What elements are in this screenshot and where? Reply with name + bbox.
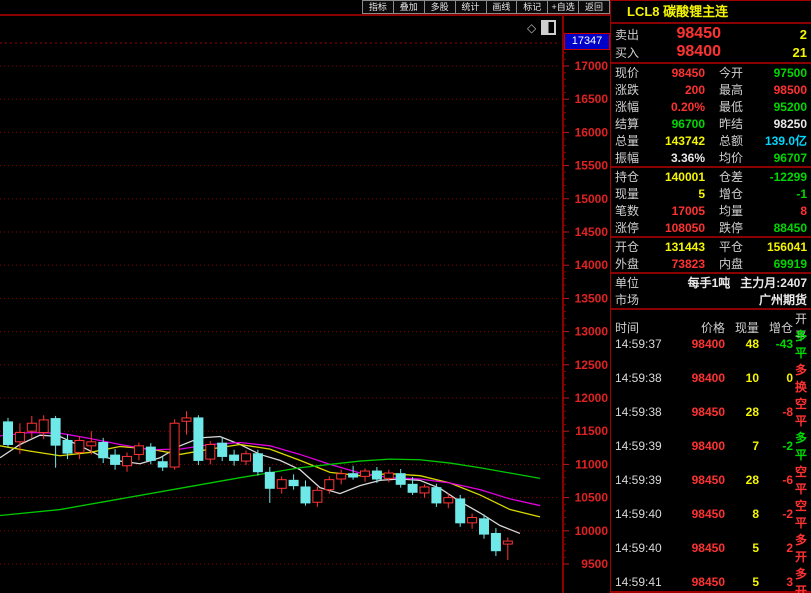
openclose-row: 外盘73823内盘69919 xyxy=(611,255,811,272)
svg-text:13500: 13500 xyxy=(575,291,609,305)
toolbar-button-标记[interactable]: 标记 xyxy=(516,0,547,14)
quote-grid-positions: 持仓140001仓差-12299现量5增仓-1笔数17005均量8涨停10805… xyxy=(611,168,811,238)
tick-row: 14:59:389845028-8空平 xyxy=(611,395,811,429)
trading-terminal-window: 指标叠加多股统计画线标记+自选返回 ◇ 17000 16500 16000 15500… xyxy=(0,0,811,593)
quote-row: 涨幅0.20%最低95200 xyxy=(611,98,811,115)
svg-text:12500: 12500 xyxy=(575,358,609,372)
svg-text:10500: 10500 xyxy=(575,491,609,505)
tick-table-header: 时间价格现量增仓开平 xyxy=(611,310,811,327)
toolbar-button-画线[interactable]: 画线 xyxy=(486,0,517,14)
buy-price: 98400 xyxy=(653,43,721,61)
split-view-icon[interactable] xyxy=(541,20,556,35)
svg-text:16500: 16500 xyxy=(575,92,609,106)
position-row: 涨停108050跌停88450 xyxy=(611,219,811,236)
sell-qty: 2 xyxy=(721,27,807,42)
position-row: 笔数17005均量8 xyxy=(611,202,811,219)
svg-text:14000: 14000 xyxy=(575,258,609,272)
toolbar-button-+自选[interactable]: +自选 xyxy=(547,0,578,14)
sell-price: 98450 xyxy=(653,25,721,43)
quote-row: 结算96700昨结98250 xyxy=(611,115,811,132)
position-row: 现量5增仓-1 xyxy=(611,185,811,202)
kline-chart[interactable] xyxy=(0,0,562,593)
contract-title: LCL8 碳酸锂主连 xyxy=(611,1,811,24)
quote-grid-main: 现价98450今开97500涨跌200最高98500涨幅0.20%最低95200… xyxy=(611,64,811,168)
axis-highlight-price: 17347 xyxy=(564,33,610,50)
tick-row: 14:59:419845053多开 xyxy=(611,565,811,593)
toolbar-button-指标[interactable]: 指标 xyxy=(362,0,393,14)
info-row: 市场广州期货 xyxy=(611,291,811,308)
svg-text:13000: 13000 xyxy=(575,325,609,339)
quote-row: 总量143742总额139.0亿 xyxy=(611,132,811,149)
toolbar-button-返回[interactable]: 返回 xyxy=(578,0,610,14)
position-row: 持仓140001仓差-12299 xyxy=(611,168,811,185)
svg-text:9500: 9500 xyxy=(581,557,608,571)
toolbar-button-多股[interactable]: 多股 xyxy=(424,0,455,14)
svg-text:16000: 16000 xyxy=(575,125,609,139)
openclose-row: 开仓131443平仓156041 xyxy=(611,238,811,255)
tick-table[interactable]: 14:59:379840048-43多平14:59:3898400100多换14… xyxy=(611,327,811,593)
info-row: 单位每手1吨主力月:2407 xyxy=(611,274,811,291)
buy-row[interactable]: 买入 98400 21 xyxy=(611,43,811,61)
svg-text:17000: 17000 xyxy=(575,59,609,73)
buy-qty: 21 xyxy=(721,45,807,60)
toolbar-button-叠加[interactable]: 叠加 xyxy=(393,0,424,14)
tick-row: 14:59:39984007-2多平 xyxy=(611,429,811,463)
diamond-marker-icon[interactable]: ◇ xyxy=(527,22,536,34)
svg-text:11000: 11000 xyxy=(575,457,608,471)
chart-top-border xyxy=(0,14,610,16)
tick-row: 14:59:409845052多开 xyxy=(611,531,811,565)
price-axis: 17000 16500 16000 15500 15000 14500 14000 13500… xyxy=(562,0,610,593)
svg-text:15500: 15500 xyxy=(575,159,609,173)
quote-panel: LCL8 碳酸锂主连 卖出 98450 2 买入 98400 21 现价9845… xyxy=(610,0,811,593)
chart-toolbar: 指标叠加多股统计画线标记+自选返回 xyxy=(362,0,610,14)
quote-row: 涨跌200最高98500 xyxy=(611,81,811,98)
tick-row: 14:59:399845028-6空平 xyxy=(611,463,811,497)
sell-label: 卖出 xyxy=(615,26,653,43)
toolbar-button-统计[interactable]: 统计 xyxy=(455,0,486,14)
contract-info: 单位每手1吨主力月:2407市场广州期货 xyxy=(611,274,811,310)
svg-text:14500: 14500 xyxy=(575,225,609,239)
quote-row: 现价98450今开97500 xyxy=(611,64,811,81)
quote-grid-openclose: 开仓131443平仓156041外盘73823内盘69919 xyxy=(611,238,811,274)
tick-row: 14:59:379840048-43多平 xyxy=(611,327,811,361)
tick-row: 14:59:40984508-2空平 xyxy=(611,497,811,531)
buy-label: 买入 xyxy=(615,44,653,61)
svg-text:12000: 12000 xyxy=(575,391,609,405)
svg-text:11500: 11500 xyxy=(575,424,608,438)
svg-text:10000: 10000 xyxy=(575,524,609,538)
tick-row: 14:59:3898400100多换 xyxy=(611,361,811,395)
svg-text:15000: 15000 xyxy=(575,192,609,206)
sell-row[interactable]: 卖出 98450 2 xyxy=(611,25,811,43)
quote-row: 振幅3.36%均价96707 xyxy=(611,149,811,166)
order-book: 卖出 98450 2 买入 98400 21 xyxy=(611,24,811,64)
